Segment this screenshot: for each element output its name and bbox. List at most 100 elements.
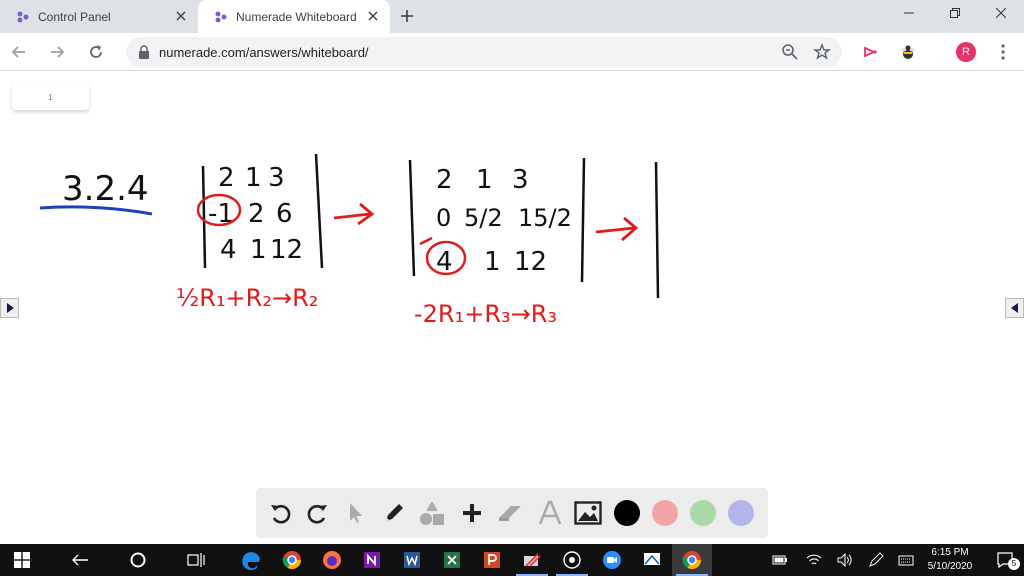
color-swatch-green[interactable] (690, 500, 716, 526)
start-button[interactable] (2, 544, 42, 576)
whiteboard-canvas[interactable]: 3.2.4 2 1 3 -1 2 6 4 1 12 ½R₁+R₂→R₂ 2 1 … (0, 72, 1024, 544)
keyboard-icon[interactable] (898, 552, 914, 568)
zoom-icon[interactable] (781, 43, 799, 61)
undo-button[interactable] (264, 497, 296, 529)
cortana-circle-icon (130, 552, 146, 568)
row-operation-1: ½R₁+R₂→R₂ (176, 284, 318, 312)
edge-icon (242, 552, 260, 570)
clock-time: 6:15 PM (931, 547, 969, 558)
back-arrow-icon[interactable] (9, 42, 29, 62)
matrix2-entry: 1 (484, 247, 501, 277)
matrix1-entry: 2 (218, 163, 235, 193)
taskbar-onenote[interactable] (352, 544, 392, 576)
matrix2-entry: 3 (512, 165, 529, 195)
task-view-icon (187, 553, 205, 567)
new-tab-icon[interactable] (398, 7, 416, 25)
taskbar-excel[interactable] (432, 544, 472, 576)
taskbar-back-button[interactable] (60, 544, 100, 576)
taskbar-firefox[interactable] (312, 544, 352, 576)
taskbar-whiteboard-app[interactable] (632, 544, 672, 576)
next-page-button[interactable] (1005, 298, 1024, 318)
url-text: numerade.com/answers/whiteboard/ (159, 45, 369, 60)
matrix1-entry: 1 (245, 163, 262, 193)
tab-control-panel[interactable]: Control Panel (0, 0, 198, 33)
powerpoint-icon (484, 552, 500, 568)
image-tool[interactable] (572, 497, 604, 529)
snipping-tool-icon (524, 553, 541, 567)
image-icon (574, 501, 602, 525)
matrix1-entry: 1 (250, 235, 267, 265)
profile-avatar[interactable]: R (956, 42, 976, 62)
whiteboard-app-icon (644, 553, 660, 565)
matrix1-entry: 12 (270, 235, 303, 265)
address-bar[interactable]: numerade.com/answers/whiteboard/ (126, 37, 842, 67)
cortana-button[interactable] (118, 544, 158, 576)
matrix1-entry: 3 (268, 163, 285, 193)
tab-title: Numerade Whiteboard (236, 9, 357, 24)
eraser-tool[interactable] (494, 497, 526, 529)
matrix-bar (201, 165, 207, 269)
matrix-bar (314, 153, 324, 269)
taskbar-chrome[interactable] (272, 544, 312, 576)
pencil-icon (386, 504, 403, 521)
taskbar-powerpoint[interactable] (472, 544, 512, 576)
drawing-toolbar (256, 488, 768, 538)
taskbar-word[interactable] (392, 544, 432, 576)
close-icon[interactable] (366, 9, 380, 23)
color-swatch-black[interactable] (614, 500, 640, 526)
more-menu-icon[interactable] (998, 43, 1008, 61)
battery-icon[interactable] (772, 552, 788, 568)
chrome-icon (282, 551, 301, 570)
taskbar-recorder[interactable] (552, 544, 592, 576)
clock-date: 5/10/2020 (927, 561, 973, 572)
reload-icon[interactable] (86, 42, 106, 62)
restore-icon (950, 8, 960, 18)
notification-badge: 5 (1008, 558, 1020, 570)
taskbar-chrome-active[interactable] (672, 544, 712, 576)
matrix2-entry: 1 (476, 165, 493, 195)
text-tool[interactable] (534, 497, 566, 529)
clock[interactable]: 6:15 PM 5/10/2020 (918, 546, 982, 574)
lock-icon (139, 45, 149, 59)
matrix2-entry: 12 (514, 247, 547, 277)
numerade-logo-icon (215, 11, 227, 22)
volume-icon[interactable] (836, 552, 852, 568)
matrix2-entry: 5/2 (464, 204, 503, 232)
matrix1-entry: 2 (248, 199, 265, 229)
tab-numerade-whiteboard[interactable]: Numerade Whiteboard (198, 0, 390, 33)
shapes-tool[interactable] (416, 497, 448, 529)
pen-workspace-icon[interactable] (868, 552, 884, 568)
color-swatch-blue[interactable] (728, 500, 754, 526)
wifi-icon[interactable] (806, 552, 822, 568)
add-button[interactable] (456, 497, 488, 529)
taskbar-zoom[interactable] (592, 544, 632, 576)
bee-extension-icon[interactable] (898, 42, 918, 62)
restore-button[interactable] (932, 0, 978, 26)
action-center-button[interactable]: 5 (986, 544, 1024, 576)
matrix-bar (408, 159, 416, 277)
extension-icon[interactable] (860, 42, 880, 62)
close-icon[interactable] (174, 9, 188, 23)
redo-button[interactable] (302, 497, 334, 529)
plus-icon (463, 504, 481, 522)
word-icon (404, 552, 420, 568)
pen-tool[interactable] (378, 497, 410, 529)
chrome-icon (682, 551, 701, 570)
minimize-button[interactable] (886, 0, 932, 26)
taskbar-snipping-tool[interactable] (512, 544, 552, 576)
onenote-icon (364, 552, 380, 568)
forward-arrow-icon[interactable] (47, 42, 67, 62)
star-icon[interactable] (813, 43, 831, 61)
back-arrow-icon (72, 554, 88, 566)
task-view-button[interactable] (176, 544, 216, 576)
color-swatch-red[interactable] (652, 500, 678, 526)
shapes-icon (420, 501, 444, 525)
matrix1-entry: 4 (220, 235, 237, 265)
browser-toolbar: numerade.com/answers/whiteboard/ R (0, 33, 1024, 71)
prev-page-button[interactable] (0, 298, 19, 318)
taskbar-edge[interactable] (232, 544, 272, 576)
select-tool[interactable] (340, 497, 372, 529)
matrix-bar (654, 161, 660, 299)
matrix-bar (580, 157, 586, 283)
window-close-button[interactable] (978, 0, 1024, 26)
